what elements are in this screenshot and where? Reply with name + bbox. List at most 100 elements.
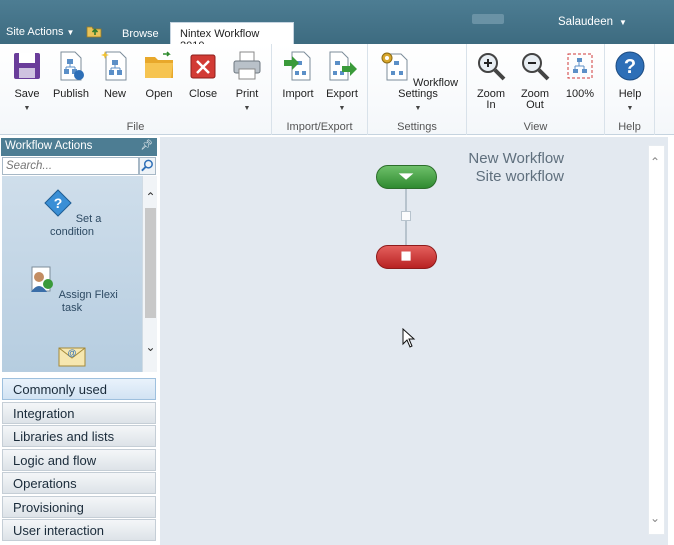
workflow-actions-header: Workflow Actions 📌︎ [1, 138, 157, 156]
category-operations[interactable]: Operations [2, 472, 156, 494]
import-icon [284, 51, 311, 81]
chevron-up-icon[interactable]: ⌃ [144, 190, 157, 204]
publish-button[interactable]: Publish [51, 50, 91, 100]
canvas-scrollbar[interactable]: ⌃ ⌄ [646, 137, 668, 545]
design-drop-point[interactable] [401, 211, 411, 221]
print-label: Print [235, 88, 259, 100]
action-label-line1: Set a [75, 213, 102, 225]
print-button[interactable]: Print ▼ [228, 50, 266, 114]
chevron-down-icon: ▼ [619, 18, 627, 27]
ribbon-group-file: Save ▼ Publish New Open Close Print ▼ Fi… [0, 44, 272, 135]
top-bar: Site Actions▼ Browse Nintex Workflow 201… [0, 0, 674, 52]
workflow-start-node[interactable] [376, 165, 437, 189]
condition-icon: ? [43, 189, 72, 217]
site-actions-label: Site Actions [6, 26, 64, 38]
action-label-line1: Assign Flexi [58, 289, 118, 301]
stop-icon [401, 251, 411, 261]
chevron-down-icon: ▼ [66, 28, 75, 37]
action-set-condition[interactable]: ? Set a condition [2, 188, 142, 239]
scrollbar-track[interactable] [648, 145, 665, 535]
chevron-up-icon[interactable]: ⌃ [650, 155, 660, 169]
workflow-settings-button[interactable]: Workflow Settings ▼ [372, 50, 464, 114]
open-folder-icon [145, 51, 173, 78]
zoom-in-icon [478, 53, 506, 81]
zoom-in-button[interactable]: Zoom In [473, 50, 509, 111]
chevron-down-icon: ▼ [243, 105, 251, 112]
category-commonly-used[interactable]: Commonly used [2, 378, 156, 400]
actions-scrollbar[interactable]: ⌃ ⌄ [142, 176, 157, 372]
zoom-out-icon [522, 53, 550, 81]
new-button[interactable]: New [96, 50, 134, 100]
workflow-end-node[interactable] [376, 245, 437, 269]
pin-icon[interactable]: 📌︎ [140, 140, 153, 151]
tab-browse[interactable]: Browse [114, 24, 167, 44]
save-icon [14, 53, 40, 79]
search-input[interactable] [2, 157, 139, 175]
close-label: Close [188, 88, 218, 100]
category-user-interaction[interactable]: User interaction [2, 519, 156, 541]
open-button[interactable]: Open [140, 50, 178, 100]
flexi-task-icon [31, 266, 54, 292]
help-icon: ? [615, 51, 645, 81]
chevron-down-icon: ▼ [338, 105, 346, 112]
save-label: Save [14, 88, 40, 100]
group-label-view: View [523, 121, 548, 133]
export-button[interactable]: Export ▼ [322, 50, 362, 114]
zoom-100-icon [567, 53, 593, 79]
start-arrow-icon [398, 173, 414, 180]
email-icon: @ [58, 347, 86, 367]
zoom-out-label-2: Out [526, 99, 544, 111]
ribbon-group-view: Zoom In Zoom Out 100% View [467, 44, 605, 135]
search-button[interactable] [139, 157, 156, 175]
navigate-up-icon[interactable] [86, 24, 102, 38]
workflow-name: New Workflow [468, 150, 564, 167]
import-label: Import [282, 88, 314, 100]
chevron-down-icon[interactable]: ⌄ [650, 511, 660, 525]
group-label-file: File [126, 121, 145, 133]
site-actions-menu[interactable]: Site Actions ▼ [6, 26, 74, 38]
help-label: Help [618, 88, 642, 100]
zoom-in-label-2: In [486, 99, 496, 111]
category-provisioning[interactable]: Provisioning [2, 496, 156, 518]
save-button[interactable]: Save ▼ [8, 50, 46, 114]
user-name: Salaudeen [558, 16, 613, 28]
ribbon-group-import-export: Import Export ▼ Import/Export [272, 44, 368, 135]
workflow-actions-list: ? Set a condition Assign Flexi task @ [2, 176, 142, 372]
workflow-settings-icon [381, 52, 408, 81]
action-label-line2: condition [49, 226, 95, 238]
chevron-down-icon: ▼ [414, 105, 422, 112]
action-assign-flexi-task[interactable]: Assign Flexi task [2, 264, 142, 315]
ribbon: Save ▼ Publish New Open Close Print ▼ Fi… [0, 44, 674, 135]
ribbon-group-help: ? Help ▼ Help [605, 44, 655, 135]
chevron-down-icon: ▼ [626, 105, 634, 112]
new-icon [101, 51, 127, 81]
close-icon [190, 54, 216, 79]
close-button[interactable]: Close [184, 50, 222, 100]
export-label: Export [326, 88, 358, 100]
category-libraries-and-lists[interactable]: Libraries and lists [2, 425, 156, 447]
workflow-type: Site workflow [475, 168, 564, 185]
zoom-out-button[interactable]: Zoom Out [517, 50, 553, 111]
publish-icon [60, 51, 84, 81]
category-logic-and-flow[interactable]: Logic and flow [2, 449, 156, 471]
open-label: Open [145, 88, 173, 100]
import-button[interactable]: Import [278, 50, 318, 100]
chevron-down-icon[interactable]: ⌄ [144, 340, 157, 354]
mouse-cursor-icon [402, 328, 416, 348]
category-integration[interactable]: Integration [2, 402, 156, 424]
publish-label: Publish [52, 88, 90, 100]
printer-icon [233, 51, 261, 80]
help-button[interactable]: ? Help ▼ [612, 50, 648, 114]
zoom-100-button[interactable]: 100% [561, 50, 599, 100]
scrollbar-thumb[interactable] [145, 208, 156, 318]
action-label-line2: task [61, 302, 83, 314]
group-label-settings: Settings [397, 121, 437, 133]
group-label-help: Help [618, 121, 641, 133]
user-menu[interactable]: Salaudeen ▼ [558, 16, 627, 28]
export-icon [329, 51, 357, 81]
svg-text:@: @ [67, 348, 76, 358]
zoom-100-label: 100% [565, 88, 595, 100]
new-label: New [103, 88, 126, 100]
tab-nintex-workflow[interactable]: Nintex Workflow 2010 [170, 22, 294, 52]
action-send-notification[interactable]: @ [2, 342, 142, 372]
